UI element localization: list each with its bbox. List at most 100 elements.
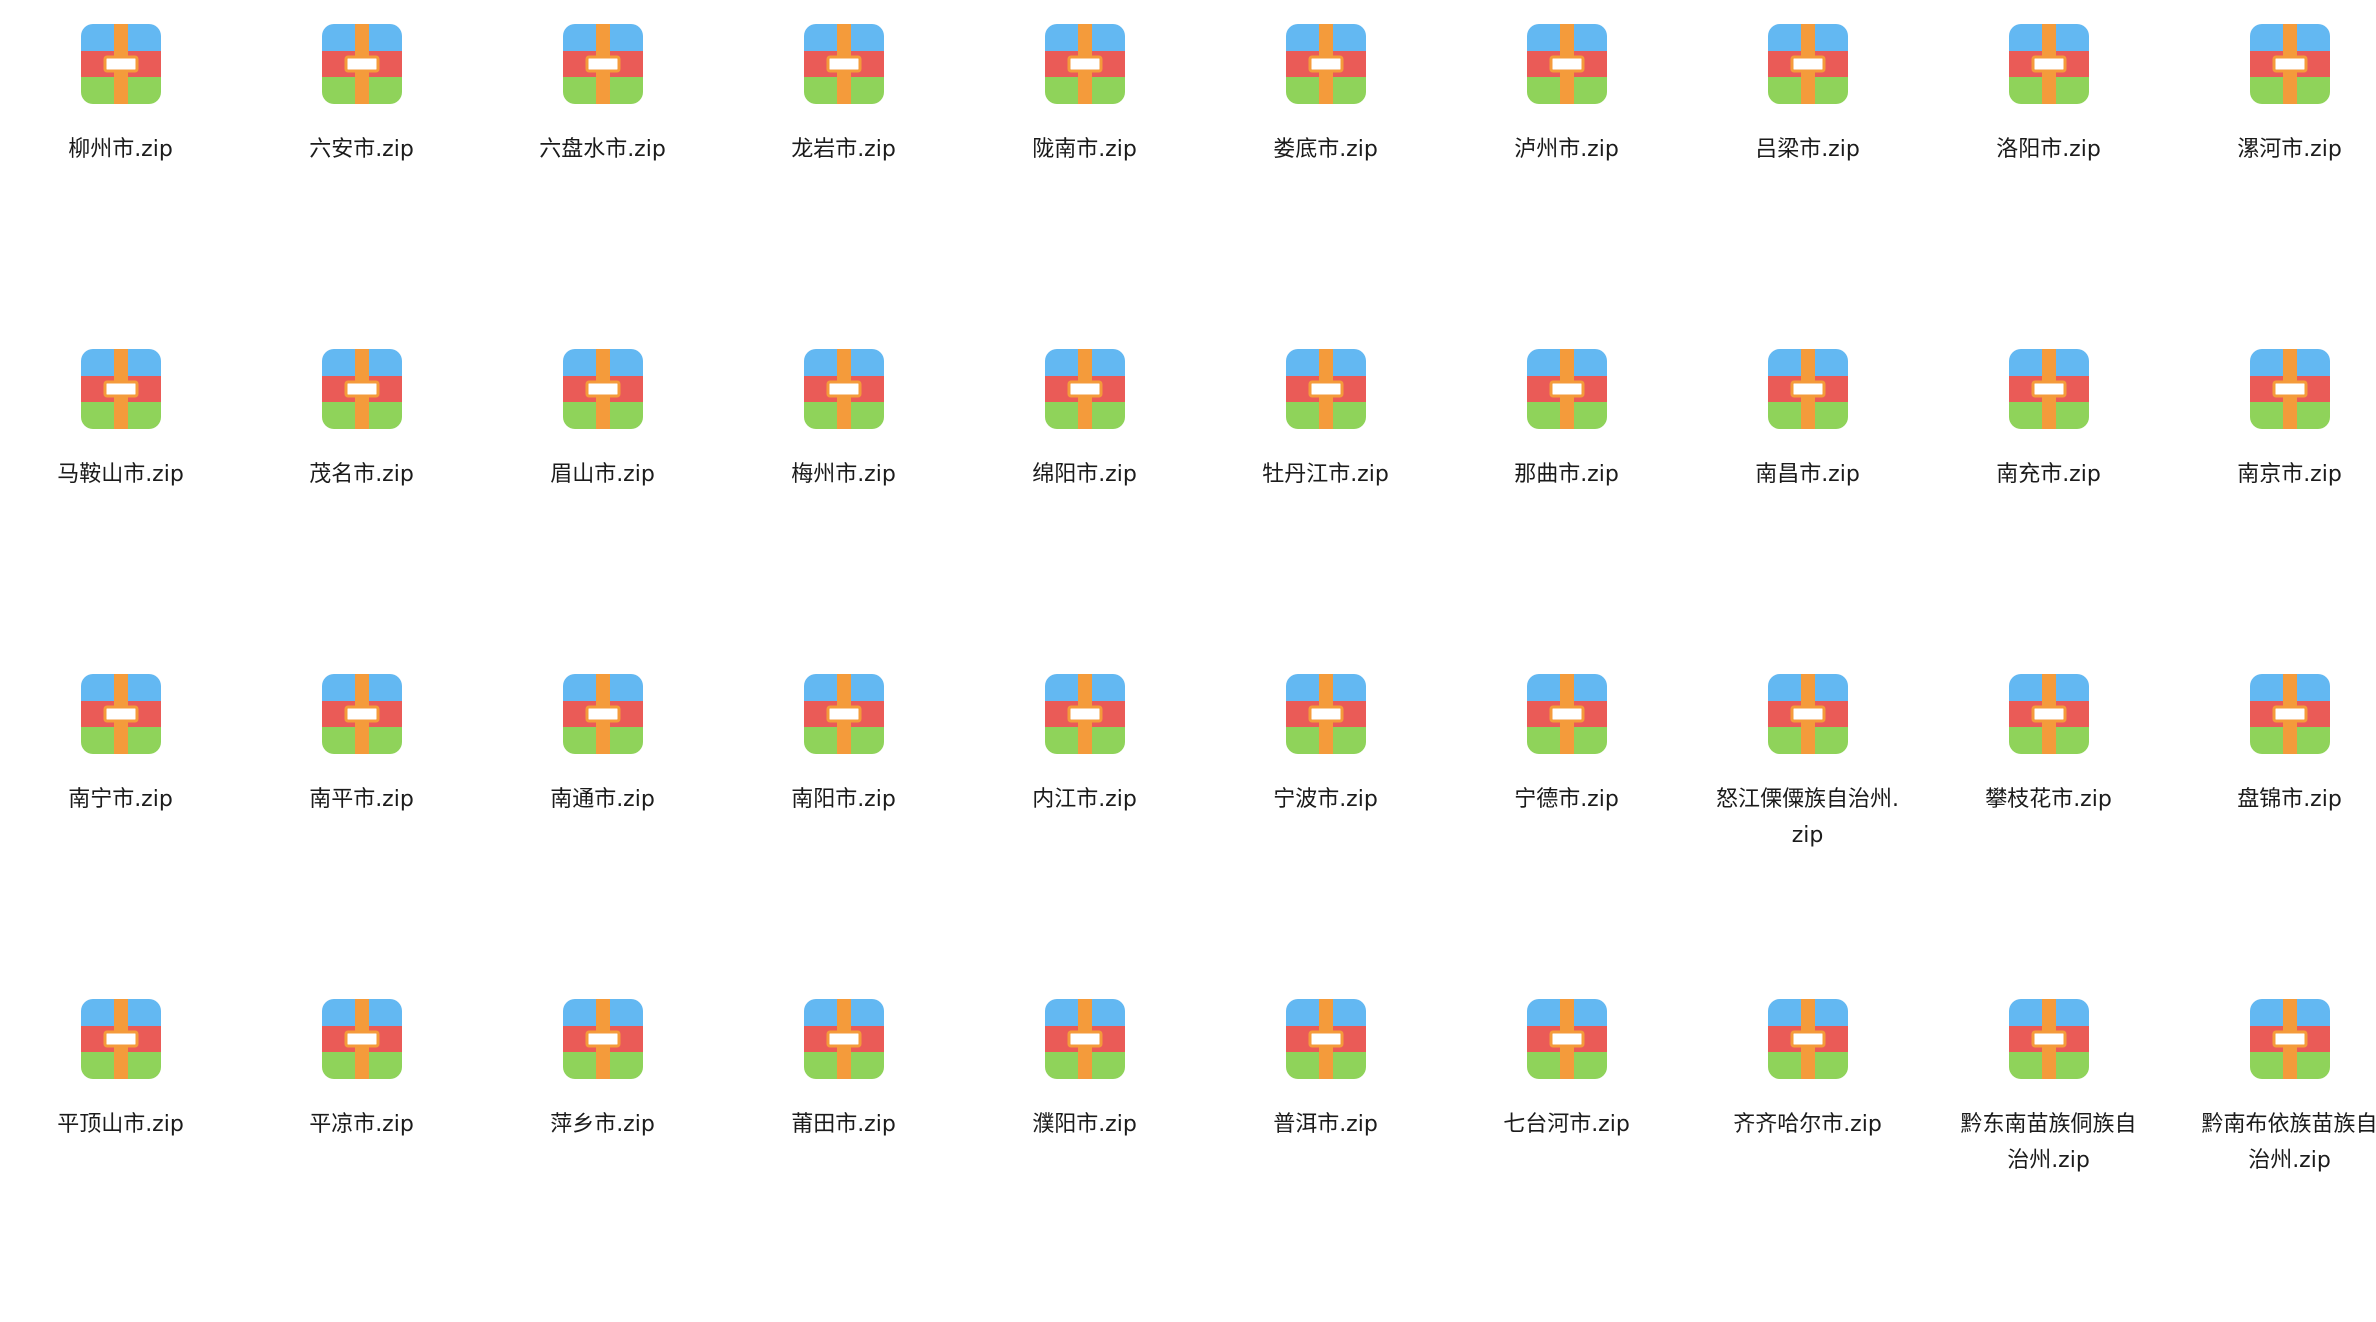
- file-name-label: 盘锦市.zip: [2197, 782, 2376, 818]
- file-item[interactable]: 眉山市.zip: [482, 347, 723, 672]
- file-name-label: 普洱市.zip: [1233, 1107, 1419, 1143]
- file-item[interactable]: 柳州市.zip: [0, 22, 241, 347]
- file-item[interactable]: 南通市.zip: [482, 672, 723, 997]
- file-item[interactable]: 洛阳市.zip: [1928, 22, 2169, 347]
- file-name-label: 平凉市.zip: [269, 1107, 455, 1143]
- file-name-label: 吕梁市.zip: [1715, 132, 1901, 168]
- zip-archive-icon: [1284, 672, 1368, 782]
- zip-archive-icon: [1284, 22, 1368, 132]
- file-name-label: 南平市.zip: [269, 782, 455, 818]
- file-item[interactable]: 平顶山市.zip: [0, 997, 241, 1322]
- zip-archive-icon: [79, 22, 163, 132]
- file-item[interactable]: 内江市.zip: [964, 672, 1205, 997]
- file-item[interactable]: 宁德市.zip: [1446, 672, 1687, 997]
- file-item[interactable]: 那曲市.zip: [1446, 347, 1687, 672]
- file-item[interactable]: 南充市.zip: [1928, 347, 2169, 672]
- zip-archive-icon: [1284, 997, 1368, 1107]
- zip-archive-icon: [2007, 22, 2091, 132]
- file-name-label: 宁德市.zip: [1474, 782, 1660, 818]
- file-name-label: 娄底市.zip: [1233, 132, 1419, 168]
- file-name-label: 攀枝花市.zip: [1956, 782, 2142, 818]
- zip-archive-icon: [1043, 997, 1127, 1107]
- file-name-label: 七台河市.zip: [1474, 1107, 1660, 1143]
- file-item[interactable]: 绵阳市.zip: [964, 347, 1205, 672]
- zip-archive-icon: [802, 22, 886, 132]
- zip-archive-icon: [79, 347, 163, 457]
- zip-archive-icon: [1766, 997, 1850, 1107]
- file-name-label: 萍乡市.zip: [510, 1107, 696, 1143]
- file-name-label: 南通市.zip: [510, 782, 696, 818]
- file-name-label: 南昌市.zip: [1715, 457, 1901, 493]
- file-item[interactable]: 牡丹江市.zip: [1205, 347, 1446, 672]
- file-name-label: 那曲市.zip: [1474, 457, 1660, 493]
- file-name-label: 茂名市.zip: [269, 457, 455, 493]
- file-name-label: 马鞍山市.zip: [28, 457, 214, 493]
- file-item[interactable]: 南宁市.zip: [0, 672, 241, 997]
- file-item[interactable]: 南昌市.zip: [1687, 347, 1928, 672]
- file-name-label: 黔东南苗族侗族自治州.zip: [1956, 1107, 2142, 1179]
- zip-archive-icon: [802, 672, 886, 782]
- file-item[interactable]: 宁波市.zip: [1205, 672, 1446, 997]
- zip-archive-icon: [320, 997, 404, 1107]
- zip-archive-icon: [561, 997, 645, 1107]
- file-item[interactable]: 六安市.zip: [241, 22, 482, 347]
- zip-archive-icon: [1043, 22, 1127, 132]
- file-name-label: 陇南市.zip: [992, 132, 1178, 168]
- file-item[interactable]: 萍乡市.zip: [482, 997, 723, 1322]
- file-name-label: 怒江傈僳族自治州.zip: [1715, 782, 1901, 854]
- file-item[interactable]: 南阳市.zip: [723, 672, 964, 997]
- file-item[interactable]: 吕梁市.zip: [1687, 22, 1928, 347]
- file-item[interactable]: 马鞍山市.zip: [0, 347, 241, 672]
- file-name-label: 六盘水市.zip: [510, 132, 696, 168]
- zip-archive-icon: [79, 997, 163, 1107]
- file-name-label: 南阳市.zip: [751, 782, 937, 818]
- zip-archive-icon: [2248, 997, 2332, 1107]
- file-item[interactable]: 怒江傈僳族自治州.zip: [1687, 672, 1928, 997]
- zip-archive-icon: [2248, 22, 2332, 132]
- file-item[interactable]: 南平市.zip: [241, 672, 482, 997]
- file-item[interactable]: 盘锦市.zip: [2169, 672, 2376, 997]
- zip-archive-icon: [2007, 997, 2091, 1107]
- file-item[interactable]: 娄底市.zip: [1205, 22, 1446, 347]
- file-item[interactable]: 漯河市.zip: [2169, 22, 2376, 347]
- zip-archive-icon: [2248, 672, 2332, 782]
- file-item[interactable]: 南京市.zip: [2169, 347, 2376, 672]
- file-item[interactable]: 六盘水市.zip: [482, 22, 723, 347]
- file-item[interactable]: 平凉市.zip: [241, 997, 482, 1322]
- file-item[interactable]: 普洱市.zip: [1205, 997, 1446, 1322]
- file-name-label: 濮阳市.zip: [992, 1107, 1178, 1143]
- file-item[interactable]: 茂名市.zip: [241, 347, 482, 672]
- file-name-label: 宁波市.zip: [1233, 782, 1419, 818]
- file-item[interactable]: 龙岩市.zip: [723, 22, 964, 347]
- file-name-label: 龙岩市.zip: [751, 132, 937, 168]
- zip-archive-icon: [320, 672, 404, 782]
- file-item[interactable]: 攀枝花市.zip: [1928, 672, 2169, 997]
- zip-archive-icon: [1525, 672, 1609, 782]
- file-item[interactable]: 濮阳市.zip: [964, 997, 1205, 1322]
- file-name-label: 齐齐哈尔市.zip: [1715, 1107, 1901, 1143]
- file-name-label: 绵阳市.zip: [992, 457, 1178, 493]
- zip-archive-icon: [1525, 347, 1609, 457]
- file-item[interactable]: 七台河市.zip: [1446, 997, 1687, 1322]
- file-item[interactable]: 莆田市.zip: [723, 997, 964, 1322]
- file-name-label: 洛阳市.zip: [1956, 132, 2142, 168]
- file-item[interactable]: 黔东南苗族侗族自治州.zip: [1928, 997, 2169, 1322]
- file-name-label: 柳州市.zip: [28, 132, 214, 168]
- zip-archive-icon: [1525, 997, 1609, 1107]
- zip-archive-icon: [2248, 347, 2332, 457]
- zip-archive-icon: [1043, 347, 1127, 457]
- file-item[interactable]: 齐齐哈尔市.zip: [1687, 997, 1928, 1322]
- file-name-label: 泸州市.zip: [1474, 132, 1660, 168]
- zip-archive-icon: [561, 672, 645, 782]
- zip-archive-icon: [1766, 347, 1850, 457]
- zip-archive-icon: [2007, 672, 2091, 782]
- file-grid: 柳州市.zip 六安市.zip 六盘水市.zip 龙岩市.zip 陇南市.zip 娄底市.…: [0, 0, 2376, 1242]
- file-item[interactable]: 陇南市.zip: [964, 22, 1205, 347]
- file-name-label: 漯河市.zip: [2197, 132, 2376, 168]
- file-item[interactable]: 泸州市.zip: [1446, 22, 1687, 347]
- zip-archive-icon: [79, 672, 163, 782]
- file-item[interactable]: 梅州市.zip: [723, 347, 964, 672]
- file-name-label: 南宁市.zip: [28, 782, 214, 818]
- file-item[interactable]: 黔南布依族苗族自治州.zip: [2169, 997, 2376, 1322]
- file-name-label: 黔南布依族苗族自治州.zip: [2197, 1107, 2376, 1179]
